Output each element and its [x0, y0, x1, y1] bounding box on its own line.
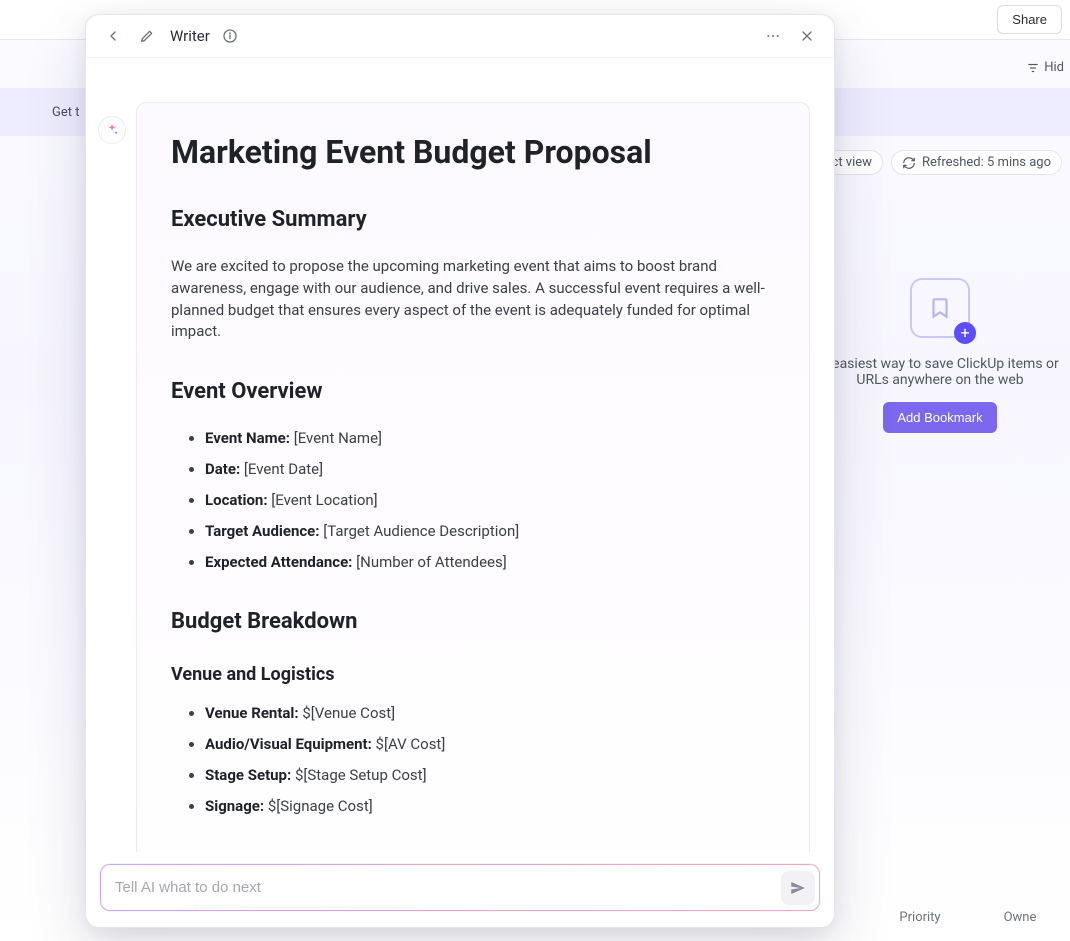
- refreshed-label: Refreshed: 5 mins ago: [922, 155, 1051, 170]
- send-icon: [789, 879, 807, 897]
- refresh-icon: [902, 156, 916, 170]
- list-item: Target Audience: [Target Audience Descri…: [205, 521, 775, 542]
- item-label: Location:: [205, 491, 268, 509]
- back-button[interactable]: [102, 25, 124, 47]
- venue-logistics-list: Venue Rental: $[Venue Cost] Audio/Visual…: [171, 703, 775, 817]
- list-item: Stage Setup: $[Stage Setup Cost]: [205, 765, 775, 786]
- list-item: Location: [Event Location]: [205, 490, 775, 511]
- close-icon: [799, 28, 815, 44]
- list-item: Event Name: [Event Name]: [205, 428, 775, 449]
- bookmark-illustration: +: [910, 278, 970, 338]
- more-button[interactable]: [762, 25, 784, 47]
- item-label: Venue Rental:: [205, 704, 299, 722]
- list-item: Audio/Visual Equipment: $[AV Cost]: [205, 734, 775, 755]
- item-label: Target Audience:: [205, 522, 320, 540]
- item-label: Stage Setup:: [205, 766, 291, 784]
- list-item: Date: [Event Date]: [205, 459, 775, 480]
- pencil-icon: [139, 28, 155, 44]
- item-value: [Event Date]: [240, 460, 323, 478]
- event-overview-list: Event Name: [Event Name] Date: [Event Da…: [171, 428, 775, 573]
- bookmark-icon: [927, 295, 953, 321]
- list-item: Signage: $[Signage Cost]: [205, 796, 775, 817]
- send-button[interactable]: [781, 871, 815, 905]
- item-label: Audio/Visual Equipment:: [205, 735, 372, 753]
- column-owner: Owne: [970, 910, 1070, 925]
- item-value: $[Stage Setup Cost]: [291, 766, 426, 784]
- item-label: Signage:: [205, 797, 264, 815]
- info-icon: [222, 28, 238, 44]
- item-label: Date:: [205, 460, 240, 478]
- info-button[interactable]: [222, 28, 238, 44]
- item-value: [Number of Attendees]: [352, 553, 506, 571]
- panel-header: Writer: [86, 15, 834, 58]
- edit-button[interactable]: [136, 25, 158, 47]
- refreshed-indicator[interactable]: Refreshed: 5 mins ago: [891, 150, 1062, 175]
- bookmark-card: + e easiest way to save ClickUp items or…: [810, 278, 1070, 433]
- item-label: Event Name:: [205, 429, 290, 447]
- item-value: [Event Name]: [290, 429, 382, 447]
- promo-text: Get t: [52, 105, 79, 120]
- bookmark-text: e easiest way to save ClickUp items or U…: [818, 356, 1062, 388]
- list-item: Venue Rental: $[Venue Cost]: [205, 703, 775, 724]
- item-value: $[Signage Cost]: [264, 797, 373, 815]
- exec-summary-heading: Executive Summary: [171, 207, 775, 232]
- add-bookmark-button[interactable]: Add Bookmark: [883, 402, 996, 433]
- event-overview-heading: Event Overview: [171, 379, 775, 404]
- exec-summary-body: We are excited to propose the upcoming m…: [171, 256, 775, 343]
- panel-footer: [86, 852, 834, 927]
- ellipsis-icon: [765, 28, 781, 44]
- column-priority: Priority: [870, 910, 970, 925]
- item-value: $[Venue Cost]: [299, 704, 395, 722]
- hide-label: Hid: [1044, 60, 1064, 75]
- ai-input[interactable]: [115, 869, 781, 906]
- share-button[interactable]: Share: [997, 5, 1062, 34]
- document-card: Marketing Event Budget Proposal Executiv…: [136, 102, 810, 852]
- panel-scroll[interactable]: Marketing Event Budget Proposal Executiv…: [86, 58, 834, 852]
- writer-panel: Writer Marketing Event Budget Proposal E…: [85, 14, 835, 928]
- sparkle-icon: [105, 123, 119, 137]
- item-label: Expected Attendance:: [205, 553, 352, 571]
- plus-badge-icon: +: [954, 322, 976, 344]
- budget-breakdown-heading: Budget Breakdown: [171, 609, 775, 634]
- panel-title: Writer: [170, 27, 210, 45]
- ai-chip: [98, 116, 126, 144]
- list-item: Expected Attendance: [Number of Attendee…: [205, 552, 775, 573]
- item-value: $[AV Cost]: [372, 735, 446, 753]
- doc-title: Marketing Event Budget Proposal: [171, 133, 775, 171]
- item-value: [Target Audience Description]: [320, 522, 520, 540]
- close-button[interactable]: [796, 25, 818, 47]
- ai-input-container: [100, 864, 820, 911]
- chevron-left-icon: [105, 28, 121, 44]
- venue-logistics-heading: Venue and Logistics: [171, 664, 775, 685]
- item-value: [Event Location]: [268, 491, 378, 509]
- filter-icon: [1026, 61, 1040, 75]
- hide-toggle[interactable]: Hid: [1020, 56, 1070, 79]
